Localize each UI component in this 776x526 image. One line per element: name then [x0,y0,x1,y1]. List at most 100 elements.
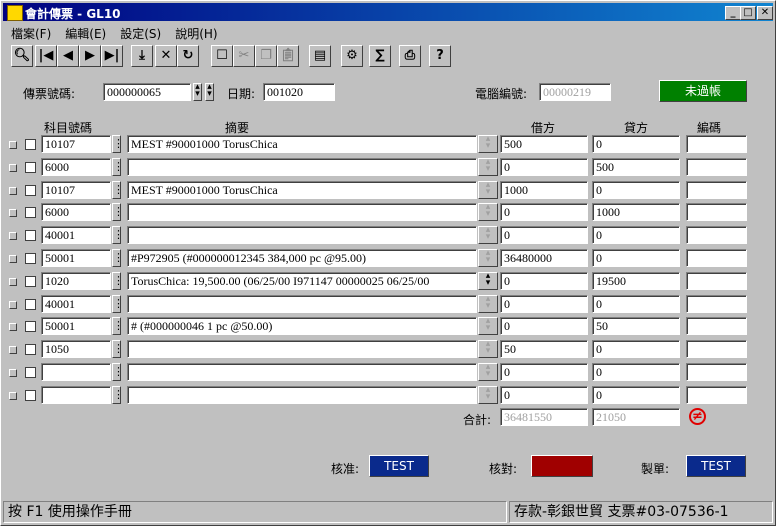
debit-field[interactable]: 0 [500,158,588,176]
summary-spinner[interactable]: ▴ ▾ [478,226,498,244]
prev-record-button[interactable]: ◀ [57,45,79,67]
account-lookup-button[interactable]: ⋮ [112,272,124,290]
new-button[interactable]: ☐ [211,45,233,67]
row-checkbox[interactable] [25,185,36,196]
summary-spinner[interactable]: ▴ ▾ [478,181,498,199]
account-lookup-button[interactable]: ⋮ [112,249,124,267]
debit-field[interactable]: 0 [500,317,588,335]
menu-edit[interactable]: 編輯(E) [57,23,112,42]
account-field[interactable]: 1020 [41,272,111,290]
next-record-button[interactable]: ▶ [79,45,101,67]
row-checkbox[interactable] [25,390,36,401]
summary-field[interactable] [127,158,477,176]
debit-field[interactable]: 36480000 [500,249,588,267]
row-checkbox[interactable] [25,321,36,332]
summary-field[interactable]: # (#000000046 1 pc @50.00) [127,317,477,335]
first-record-button[interactable]: |◀ [35,45,57,67]
code-field[interactable] [686,272,747,290]
calc-button[interactable]: ∑ [369,45,391,67]
credit-field[interactable]: 0 [592,249,680,267]
row-select-marker[interactable] [9,301,17,309]
summary-spinner[interactable]: ▴ ▾ [478,203,498,221]
debit-field[interactable]: 0 [500,272,588,290]
code-field[interactable] [686,295,747,313]
credit-field[interactable]: 500 [592,158,680,176]
code-field[interactable] [686,363,747,381]
report-button[interactable]: ▤ [309,45,331,67]
row-checkbox[interactable] [25,230,36,241]
cut-button[interactable]: ✂ [233,45,255,67]
summary-spinner[interactable]: ▴ ▾ [478,135,498,153]
voucher-spinner-b[interactable]: ▴ ▾ [205,83,214,101]
row-checkbox[interactable] [25,367,36,378]
code-field[interactable] [686,158,747,176]
account-field[interactable] [41,386,111,404]
account-field[interactable]: 40001 [41,226,111,244]
post-status-button[interactable]: 未過帳 [659,80,747,102]
row-checkbox[interactable] [25,253,36,264]
credit-field[interactable]: 1000 [592,203,680,221]
summary-field[interactable]: TorusChica: 19,500.00 (06/25/00 I971147 … [127,272,477,290]
summary-field[interactable] [127,295,477,313]
approve-user-button[interactable]: TEST [369,455,429,477]
account-field[interactable]: 50001 [41,249,111,267]
row-select-marker[interactable] [9,278,17,286]
row-select-marker[interactable] [9,255,17,263]
menu-settings[interactable]: 設定(S) [112,23,167,42]
summary-field[interactable] [127,226,477,244]
credit-field[interactable]: 0 [592,181,680,199]
account-field[interactable]: 50001 [41,317,111,335]
summary-field[interactable] [127,203,477,221]
account-lookup-button[interactable]: ⋮ [112,135,124,153]
debit-field[interactable]: 0 [500,295,588,313]
row-select-marker[interactable] [9,369,17,377]
credit-field[interactable]: 0 [592,135,680,153]
close-button[interactable]: ✕ [757,6,773,20]
account-field[interactable]: 1050 [41,340,111,358]
help-button[interactable]: ? [429,45,451,67]
account-lookup-button[interactable]: ⋮ [112,226,124,244]
code-field[interactable] [686,203,747,221]
delete-button[interactable]: ✕ [155,45,177,67]
account-lookup-button[interactable]: ⋮ [112,158,124,176]
row-select-marker[interactable] [9,323,17,331]
row-select-marker[interactable] [9,141,17,149]
account-lookup-button[interactable]: ⋮ [112,317,124,335]
credit-field[interactable]: 0 [592,386,680,404]
menu-file[interactable]: 檔案(F) [3,23,57,42]
account-field[interactable] [41,363,111,381]
credit-field[interactable]: 0 [592,340,680,358]
row-checkbox[interactable] [25,139,36,150]
row-select-marker[interactable] [9,164,17,172]
code-field[interactable] [686,226,747,244]
print-button[interactable]: ⎙ [399,45,421,67]
debit-field[interactable]: 50 [500,340,588,358]
debit-field[interactable]: 1000 [500,181,588,199]
summary-spinner[interactable]: ▴ ▾ [478,295,498,313]
credit-field[interactable]: 0 [592,226,680,244]
code-field[interactable] [686,135,747,153]
summary-spinner[interactable]: ▴ ▾ [478,340,498,358]
account-field[interactable]: 10107 [41,135,111,153]
account-field[interactable]: 6000 [41,158,111,176]
row-select-marker[interactable] [9,392,17,400]
code-field[interactable] [686,249,747,267]
last-record-button[interactable]: ▶| [101,45,123,67]
row-checkbox[interactable] [25,299,36,310]
code-field[interactable] [686,340,747,358]
row-select-marker[interactable] [9,187,17,195]
debit-field[interactable]: 0 [500,363,588,381]
account-field[interactable]: 6000 [41,203,111,221]
account-lookup-button[interactable]: ⋮ [112,363,124,381]
debit-field[interactable]: 500 [500,135,588,153]
menu-help[interactable]: 說明(H) [167,23,223,42]
options-button[interactable]: ⚙ [341,45,363,67]
credit-field[interactable]: 50 [592,317,680,335]
credit-field[interactable]: 19500 [592,272,680,290]
summary-spinner[interactable]: ▴ ▾ [478,158,498,176]
summary-spinner[interactable]: ▴ ▾ [478,249,498,267]
save-button[interactable]: ⤓ [131,45,153,67]
summary-spinner[interactable]: ▴ ▾ [478,386,498,404]
row-select-marker[interactable] [9,232,17,240]
maximize-button[interactable]: □ [740,6,756,20]
